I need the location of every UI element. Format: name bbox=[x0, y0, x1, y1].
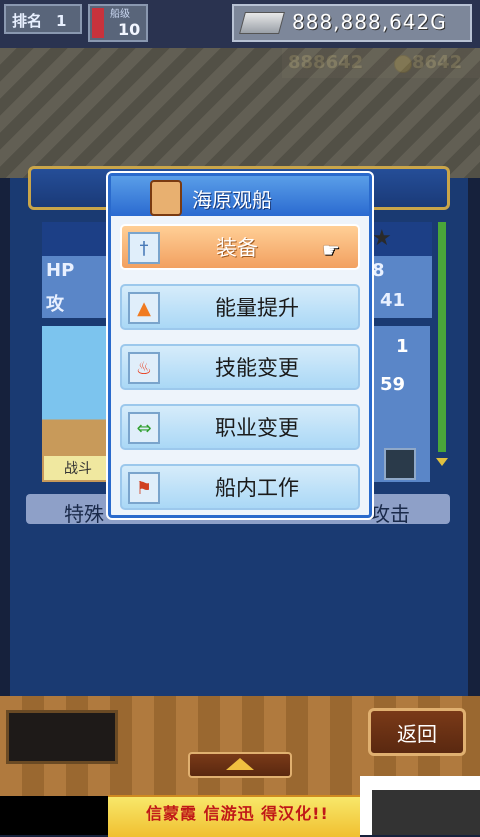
back-button[interactable]: 返回 bbox=[368, 708, 466, 756]
special-label: 特殊 bbox=[64, 502, 104, 526]
battle-tag-label: 战斗 bbox=[64, 461, 92, 477]
up-arrow-icon: ▲ bbox=[128, 292, 160, 324]
character-avatar-icon bbox=[150, 180, 182, 216]
up-arrow-icon bbox=[226, 758, 254, 770]
attack-value: 41 bbox=[380, 290, 406, 311]
ad-banner-text: 信蒙霞 信游迅 得汉化!! bbox=[146, 804, 329, 823]
menu-item-job-change[interactable]: ⇔ 职业变更 bbox=[120, 404, 360, 450]
item-slot bbox=[384, 448, 416, 480]
side-value-1: 1 bbox=[396, 336, 409, 357]
sword-icon: † bbox=[128, 232, 160, 264]
rank-box: 排名 1 bbox=[4, 4, 82, 34]
hp-value: 8 bbox=[372, 260, 385, 281]
hp-label: HP bbox=[46, 260, 75, 281]
attack-label-bottom: 攻击 bbox=[370, 502, 410, 526]
fire-icon: ♨ bbox=[128, 352, 160, 384]
menu-item-label: 船内工作 bbox=[215, 476, 299, 500]
level-label: 船级 bbox=[110, 9, 130, 20]
menu-item-equip[interactable]: † 装备 ☛ bbox=[120, 224, 360, 270]
menu-item-skill-change[interactable]: ♨ 技能变更 bbox=[120, 344, 360, 390]
menu-item-label: 职业变更 bbox=[215, 416, 299, 440]
pointer-hand-icon: ☛ bbox=[322, 238, 340, 262]
battle-tag: 战斗 bbox=[44, 456, 110, 480]
corner-overlay-dark bbox=[372, 790, 480, 835]
ship-deck-background bbox=[0, 48, 480, 178]
silver-ingot-icon bbox=[239, 12, 285, 34]
rank-value: 1 bbox=[56, 12, 67, 30]
menu-item-power-up[interactable]: ▲ 能量提升 bbox=[120, 284, 360, 330]
info-slot bbox=[6, 710, 118, 764]
scrollbar[interactable] bbox=[438, 222, 446, 452]
money-value: 888,888,642G bbox=[292, 10, 447, 34]
side-value-2: 59 bbox=[380, 374, 406, 395]
rank-label: 排名 bbox=[12, 12, 43, 30]
star-icon: ★ bbox=[372, 226, 392, 251]
scroll-down-arrow-icon[interactable] bbox=[436, 458, 448, 466]
attack-label: 攻 bbox=[46, 294, 64, 315]
menu-item-label: 装备 bbox=[216, 236, 258, 260]
menu-item-label: 技能变更 bbox=[215, 356, 299, 380]
level-value: 10 bbox=[118, 20, 141, 39]
menu-item-ship-work[interactable]: ⚑ 船内工作 bbox=[120, 464, 360, 510]
menu-item-label: 能量提升 bbox=[215, 296, 299, 320]
flag-icon: ⚑ bbox=[128, 472, 160, 504]
level-bar bbox=[92, 8, 104, 38]
swap-arrows-icon: ⇔ bbox=[128, 412, 160, 444]
menu-title: 海原观船 bbox=[192, 188, 272, 212]
